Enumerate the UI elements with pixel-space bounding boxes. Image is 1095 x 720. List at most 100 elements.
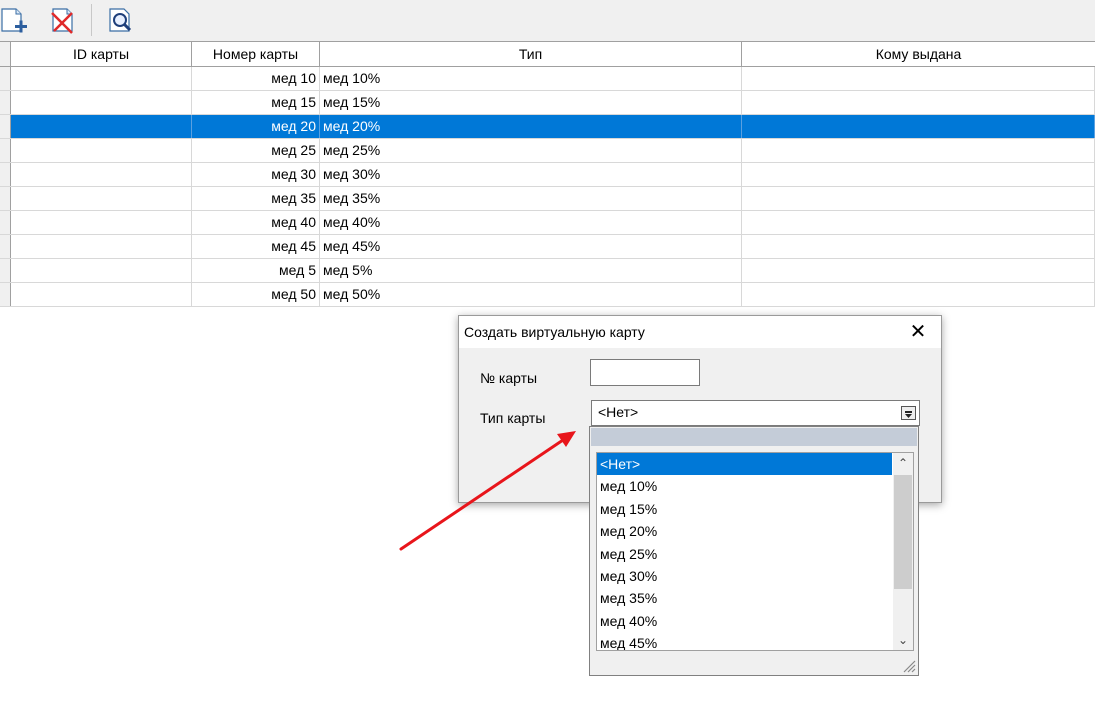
- scroll-down-icon[interactable]: ⌄: [893, 630, 913, 650]
- row-indicator[interactable]: [0, 283, 11, 306]
- row-indicator[interactable]: [0, 67, 11, 90]
- chevron-down-icon: [905, 411, 912, 418]
- card-type-options-list: <Нет> мед 10% мед 15% мед 20% мед 25% мед 30%…: [596, 452, 914, 651]
- row-indicator[interactable]: [0, 139, 11, 162]
- cell-issued-to[interactable]: [742, 163, 1095, 186]
- table-row[interactable]: мед 15 мед 15%: [0, 91, 1095, 115]
- cell-card-number[interactable]: мед 50: [192, 283, 320, 306]
- dropdown-option[interactable]: <Нет>: [597, 453, 892, 475]
- dropdown-option[interactable]: мед 45%: [597, 632, 892, 650]
- dialog-title-bar[interactable]: Создать виртуальную карту ✕: [459, 316, 941, 348]
- cell-card-type[interactable]: мед 50%: [320, 283, 742, 306]
- table-row[interactable]: мед 40 мед 40%: [0, 211, 1095, 235]
- scrollbar-thumb[interactable]: [894, 475, 912, 589]
- column-header-number[interactable]: Номер карты: [192, 42, 320, 66]
- cell-card-number[interactable]: мед 25: [192, 139, 320, 162]
- table-row[interactable]: мед 50 мед 50%: [0, 283, 1095, 307]
- row-indicator[interactable]: [0, 211, 11, 234]
- card-type-label: Тип карты: [480, 410, 546, 426]
- table-header: ID карты Номер карты Тип Кому выдана: [0, 42, 1095, 67]
- cell-issued-to[interactable]: [742, 139, 1095, 162]
- cell-card-id[interactable]: [11, 91, 192, 114]
- delete-document-icon: [51, 8, 73, 34]
- table-row[interactable]: мед 10 мед 10%: [0, 67, 1095, 91]
- cell-issued-to[interactable]: [742, 67, 1095, 90]
- cell-card-type[interactable]: мед 35%: [320, 187, 742, 210]
- cell-card-type[interactable]: мед 25%: [320, 139, 742, 162]
- cell-issued-to[interactable]: [742, 187, 1095, 210]
- cell-card-number[interactable]: мед 10: [192, 67, 320, 90]
- dropdown-option[interactable]: мед 25%: [597, 543, 892, 565]
- row-indicator[interactable]: [0, 259, 11, 282]
- cell-issued-to[interactable]: [742, 283, 1095, 306]
- dropdown-button[interactable]: [901, 406, 916, 420]
- cell-card-type[interactable]: мед 10%: [320, 67, 742, 90]
- cell-issued-to[interactable]: [742, 259, 1095, 282]
- cell-issued-to[interactable]: [742, 211, 1095, 234]
- cell-card-id[interactable]: [11, 259, 192, 282]
- close-icon[interactable]: ✕: [895, 316, 941, 348]
- card-type-select[interactable]: <Нет>: [591, 400, 920, 426]
- column-header-id[interactable]: ID карты: [11, 42, 192, 66]
- dropdown-option[interactable]: мед 30%: [597, 565, 892, 587]
- cell-card-number[interactable]: мед 5: [192, 259, 320, 282]
- add-document-icon: [1, 8, 27, 33]
- search-magnifier-icon: [109, 8, 132, 32]
- cell-card-type[interactable]: мед 45%: [320, 235, 742, 258]
- cell-issued-to[interactable]: [742, 115, 1095, 138]
- dropdown-option[interactable]: мед 20%: [597, 520, 892, 542]
- card-number-label: № карты: [480, 370, 538, 386]
- table-row[interactable]: мед 35 мед 35%: [0, 187, 1095, 211]
- cell-card-number[interactable]: мед 30: [192, 163, 320, 186]
- dropdown-option[interactable]: мед 15%: [597, 498, 892, 520]
- dialog-title: Создать виртуальную карту: [464, 324, 645, 340]
- vertical-scrollbar[interactable]: ⌃ ⌄: [893, 453, 913, 650]
- dropdown-option[interactable]: мед 35%: [597, 587, 892, 609]
- row-indicator-header: [0, 42, 11, 66]
- delete-card-button[interactable]: [47, 4, 77, 34]
- cards-table: ID карты Номер карты Тип Кому выдана мед…: [0, 42, 1095, 307]
- cell-card-type[interactable]: мед 20%: [320, 115, 742, 138]
- card-number-field[interactable]: [590, 359, 700, 386]
- table-row[interactable]: мед 45 мед 45%: [0, 235, 1095, 259]
- scroll-up-icon[interactable]: ⌃: [893, 453, 913, 473]
- add-card-button[interactable]: [0, 4, 30, 34]
- cell-card-number[interactable]: мед 40: [192, 211, 320, 234]
- table-row[interactable]: мед 30 мед 30%: [0, 163, 1095, 187]
- cell-card-id[interactable]: [11, 115, 192, 138]
- cell-card-type[interactable]: мед 15%: [320, 91, 742, 114]
- row-indicator[interactable]: [0, 115, 11, 138]
- resize-grip-icon[interactable]: [902, 659, 916, 673]
- cell-card-type[interactable]: мед 40%: [320, 211, 742, 234]
- cell-card-id[interactable]: [11, 235, 192, 258]
- column-header-type[interactable]: Тип: [320, 42, 742, 66]
- cell-card-type[interactable]: мед 5%: [320, 259, 742, 282]
- dropdown-option[interactable]: мед 10%: [597, 475, 892, 497]
- cell-card-number[interactable]: мед 20: [192, 115, 320, 138]
- row-indicator[interactable]: [0, 235, 11, 258]
- row-indicator[interactable]: [0, 163, 11, 186]
- table-body: мед 10 мед 10% мед 15 мед 15% мед 20 мед 20% м…: [0, 67, 1095, 307]
- row-indicator[interactable]: [0, 187, 11, 210]
- cell-card-type[interactable]: мед 30%: [320, 163, 742, 186]
- cell-card-id[interactable]: [11, 67, 192, 90]
- cell-card-number[interactable]: мед 15: [192, 91, 320, 114]
- dropdown-option[interactable]: мед 40%: [597, 610, 892, 632]
- find-card-button[interactable]: [106, 4, 136, 34]
- cell-issued-to[interactable]: [742, 91, 1095, 114]
- cell-card-id[interactable]: [11, 283, 192, 306]
- cell-card-number[interactable]: мед 35: [192, 187, 320, 210]
- cell-card-id[interactable]: [11, 211, 192, 234]
- cell-issued-to[interactable]: [742, 235, 1095, 258]
- cell-card-id[interactable]: [11, 139, 192, 162]
- table-row[interactable]: мед 25 мед 25%: [0, 139, 1095, 163]
- card-type-value: <Нет>: [598, 404, 639, 420]
- column-header-issued-to[interactable]: Кому выдана: [742, 42, 1095, 66]
- cell-card-id[interactable]: [11, 187, 192, 210]
- table-row[interactable]: мед 20 мед 20%: [0, 115, 1095, 139]
- cell-card-number[interactable]: мед 45: [192, 235, 320, 258]
- table-row[interactable]: мед 5 мед 5%: [0, 259, 1095, 283]
- cell-card-id[interactable]: [11, 163, 192, 186]
- row-indicator[interactable]: [0, 91, 11, 114]
- card-type-dropdown: <Нет> мед 10% мед 15% мед 20% мед 25% мед 30%…: [589, 426, 919, 676]
